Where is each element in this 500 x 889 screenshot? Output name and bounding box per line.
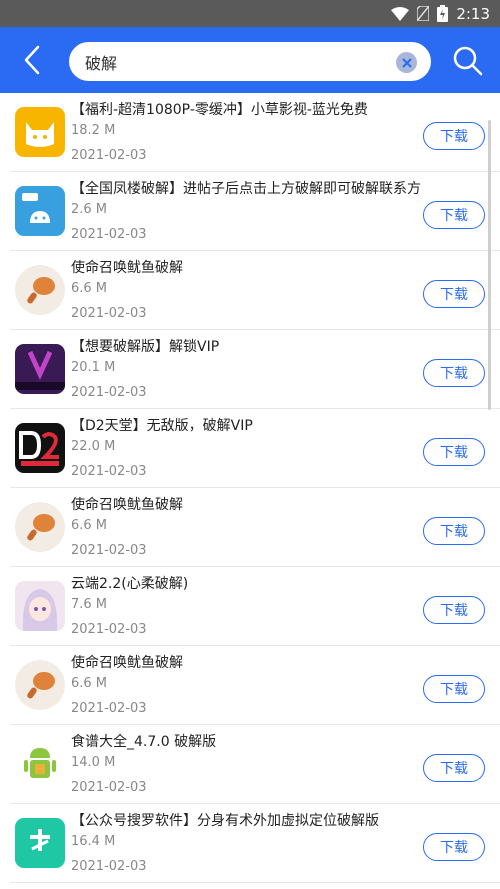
item-size: 14.0 M [71, 755, 116, 770]
search-button[interactable] [452, 45, 484, 77]
list-item[interactable]: 使命召唤鱿鱼破解 6.6 M 2021-02-03 下载 [10, 251, 500, 330]
item-date: 2021-02-03 [71, 227, 147, 242]
split-app-icon [15, 818, 65, 868]
item-title: 【D2天堂】无敌版，破解VIP [71, 418, 253, 434]
scrollbar[interactable] [488, 120, 491, 410]
clear-icon[interactable] [396, 52, 417, 73]
android-apk-icon [15, 186, 65, 236]
download-button[interactable]: 下载 [423, 201, 485, 229]
drumstick-icon [15, 265, 65, 315]
item-size: 6.6 M [71, 281, 108, 296]
item-title: 使命召唤鱿鱼破解 [71, 655, 183, 671]
item-date: 2021-02-03 [71, 543, 147, 558]
anime-girl-icon [15, 581, 65, 631]
download-button[interactable]: 下载 [423, 280, 485, 308]
item-date: 2021-02-03 [71, 622, 147, 637]
wifi-icon [391, 6, 410, 21]
item-date: 2021-02-03 [71, 464, 147, 479]
item-size: 6.6 M [71, 676, 108, 691]
list-item[interactable]: 使命召唤鱿鱼破解 6.6 M 2021-02-03 下载 [10, 488, 500, 567]
d2-app-icon [15, 423, 65, 473]
search-header [0, 27, 500, 93]
item-date: 2021-02-03 [71, 859, 147, 874]
list-item[interactable]: 【公众号搜罗软件】分身有术外加虚拟定位破解版 16.4 M 2021-02-03… [10, 804, 500, 883]
download-button[interactable]: 下载 [423, 754, 485, 782]
item-date: 2021-02-03 [71, 306, 147, 321]
item-title: 【想要破解版】解锁VIP [71, 339, 220, 355]
download-button[interactable]: 下载 [423, 596, 485, 624]
item-title: 食谱大全_4.7.0 破解版 [71, 734, 217, 750]
item-title: 【全国凤楼破解】进帖子后点击上方破解即可破解联系方 [71, 181, 421, 197]
item-date: 2021-02-03 [71, 148, 147, 163]
item-size: 16.4 M [71, 834, 116, 849]
item-size: 7.6 M [71, 597, 108, 612]
item-title: 使命召唤鱿鱼破解 [71, 260, 183, 276]
android-robot-icon [15, 739, 65, 789]
drumstick-icon [15, 660, 65, 710]
item-title: 使命召唤鱿鱼破解 [71, 497, 183, 513]
item-size: 20.1 M [71, 360, 116, 375]
item-size: 18.2 M [71, 123, 116, 138]
battery-icon [437, 5, 449, 22]
no-sim-icon [417, 6, 430, 21]
item-size: 6.6 M [71, 518, 108, 533]
back-arrow-icon [24, 45, 40, 75]
search-icon [453, 46, 483, 76]
drumstick-icon [15, 502, 65, 552]
download-button[interactable]: 下载 [423, 517, 485, 545]
download-button[interactable]: 下载 [423, 359, 485, 387]
list-item[interactable]: 云端2.2(心柔破解) 7.6 M 2021-02-03 下载 [10, 567, 500, 646]
download-button[interactable]: 下载 [423, 122, 485, 150]
item-date: 2021-02-03 [71, 385, 147, 400]
list-item[interactable]: 使命召唤鱿鱼破解 6.6 M 2021-02-03 下载 [10, 646, 500, 725]
download-button[interactable]: 下载 [423, 833, 485, 861]
status-bar: 2:13 [0, 0, 500, 27]
item-title: 云端2.2(心柔破解) [71, 576, 189, 592]
xy-app-icon [15, 344, 65, 394]
item-title: 【公众号搜罗软件】分身有术外加虚拟定位破解版 [71, 813, 379, 829]
item-date: 2021-02-03 [71, 701, 147, 716]
search-input[interactable] [85, 52, 375, 71]
cat-app-icon [15, 107, 65, 157]
item-size: 2.6 M [71, 202, 108, 217]
list-item[interactable]: 【福利-超清1080P-零缓冲】小草影视-蓝光免费 18.2 M 2021-02… [10, 93, 500, 172]
item-date: 2021-02-03 [71, 780, 147, 795]
item-title: 【福利-超清1080P-零缓冲】小草影视-蓝光免费 [71, 102, 368, 118]
search-box [69, 42, 431, 81]
list-item[interactable]: 【D2天堂】无敌版，破解VIP 22.0 M 2021-02-03 下载 [10, 409, 500, 488]
back-button[interactable] [0, 27, 64, 93]
list-item[interactable]: 【想要破解版】解锁VIP 20.1 M 2021-02-03 下载 [10, 330, 500, 409]
status-time: 2:13 [456, 4, 490, 23]
item-size: 22.0 M [71, 439, 116, 454]
app-list: 【福利-超清1080P-零缓冲】小草影视-蓝光免费 18.2 M 2021-02… [0, 93, 500, 883]
download-button[interactable]: 下载 [423, 438, 485, 466]
list-item[interactable]: 【全国凤楼破解】进帖子后点击上方破解即可破解联系方 2.6 M 2021-02-… [10, 172, 500, 251]
list-item[interactable]: 食谱大全_4.7.0 破解版 14.0 M 2021-02-03 下载 [10, 725, 500, 804]
download-button[interactable]: 下载 [423, 675, 485, 703]
